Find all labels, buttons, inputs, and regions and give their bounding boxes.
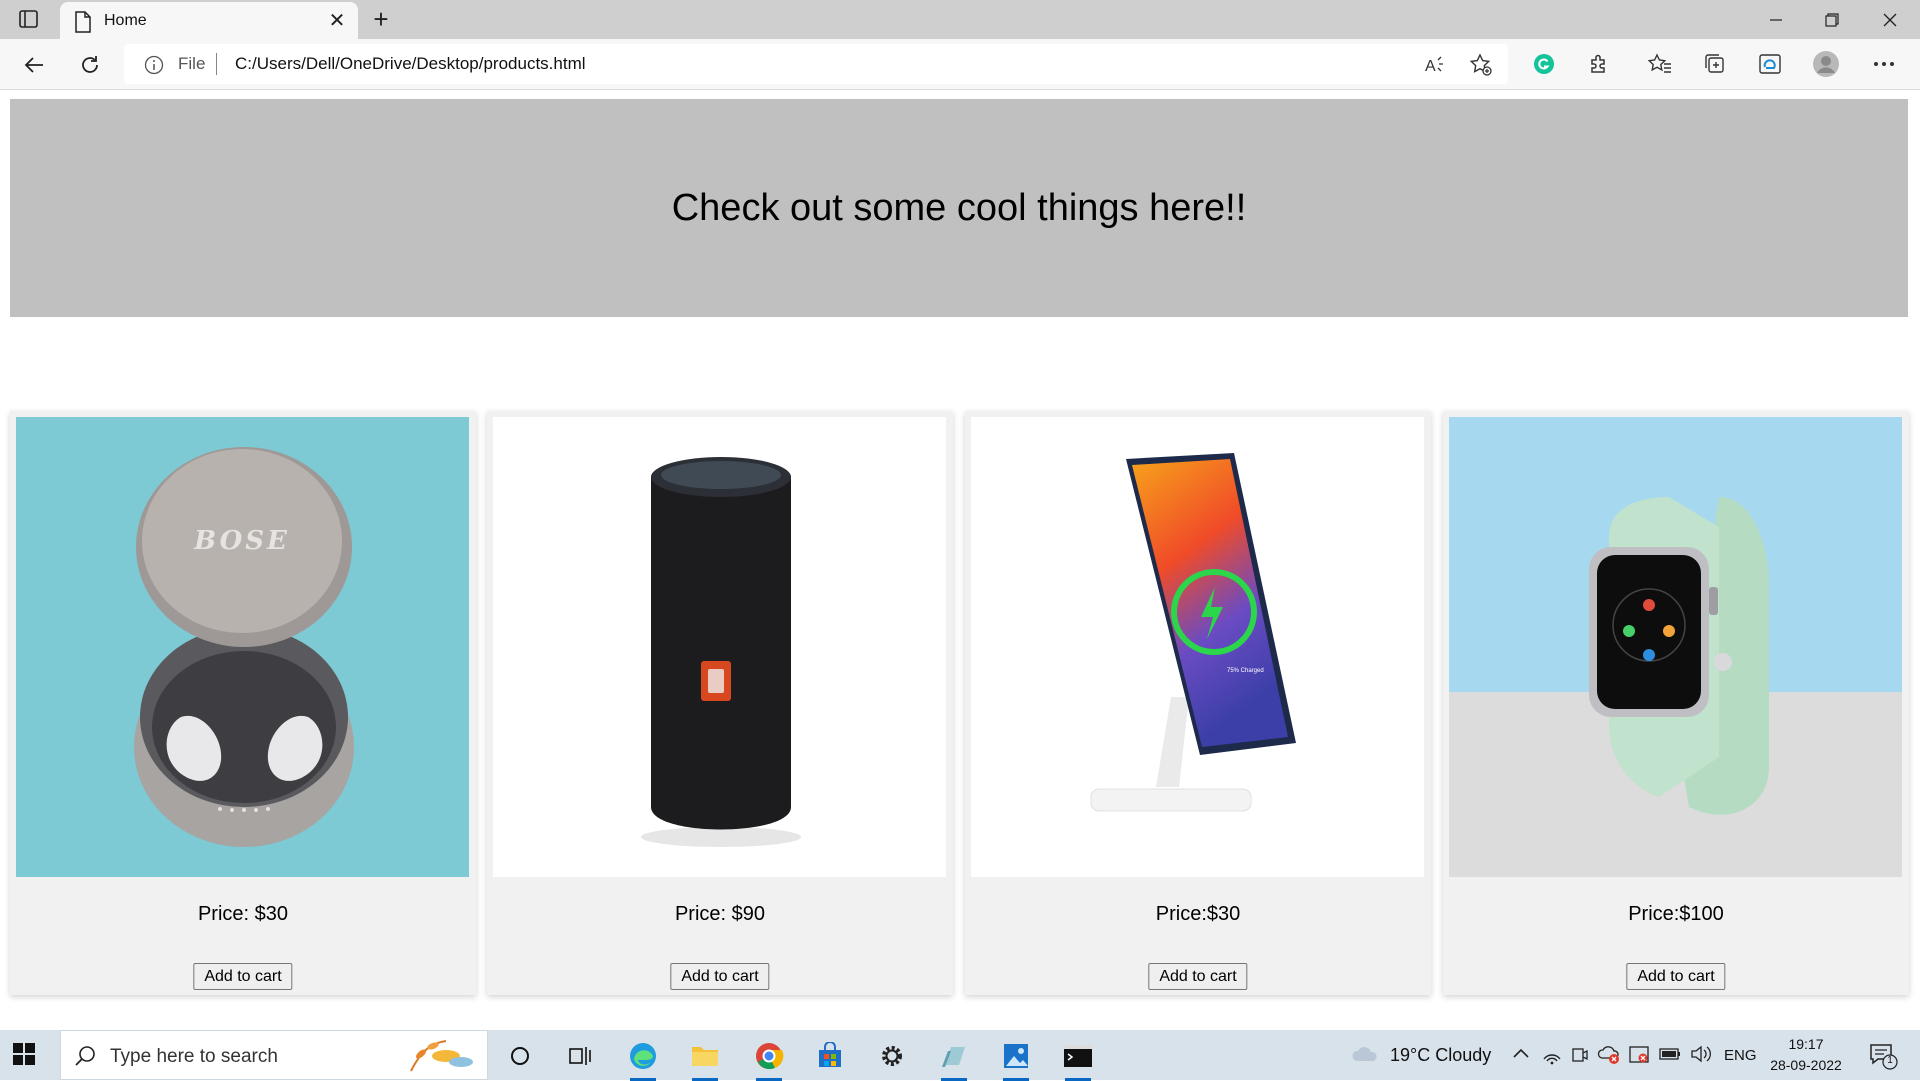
network-icon[interactable] <box>1542 1045 1562 1070</box>
svg-text:BOSE: BOSE <box>193 526 290 556</box>
price-label: Price:$100 <box>1628 903 1724 925</box>
terminal-icon[interactable] <box>1053 1037 1103 1081</box>
windows-start-icon[interactable] <box>12 1042 36 1071</box>
svg-text:75% Charged: 75% Charged <box>1227 668 1264 674</box>
cloudy-weather-icon <box>1350 1044 1380 1069</box>
read-aloud-icon[interactable]: A <box>1422 52 1448 78</box>
address-separator <box>216 53 217 75</box>
more-options-icon[interactable] <box>1868 48 1900 80</box>
search-placeholder: Type here to search <box>110 1046 278 1067</box>
address-bar[interactable]: File C:/Users/Dell/OneDrive/Desktop/prod… <box>124 44 1508 84</box>
collections-icon[interactable] <box>1699 48 1731 80</box>
profile-avatar-icon[interactable] <box>1810 48 1842 80</box>
url-text[interactable]: C:/Users/Dell/OneDrive/Desktop/products.… <box>235 54 586 74</box>
edge-bar-icon[interactable] <box>1754 48 1786 80</box>
price-label: Price:$30 <box>1155 903 1241 925</box>
tab-title: Home <box>104 12 147 29</box>
product-card: 75% Charged Price:$30 Add to cart <box>965 411 1431 995</box>
search-icon <box>75 1045 97 1072</box>
restore-icon[interactable] <box>1804 0 1860 39</box>
page-content: Check out some cool things here!! BOSE P… <box>0 91 1920 1029</box>
grammarly-icon[interactable] <box>1528 48 1560 80</box>
address-scheme-label: File <box>178 54 206 73</box>
refresh-icon[interactable] <box>74 49 106 81</box>
extensions-icon[interactable] <box>1583 48 1615 80</box>
system-clock[interactable]: 19:17 28-09-2022 <box>1768 1034 1844 1076</box>
onedrive-error-icon[interactable] <box>1597 1044 1621 1071</box>
notifications-icon[interactable]: 1 <box>1868 1042 1898 1075</box>
tab-home[interactable]: Home ✕ <box>60 2 358 40</box>
taskbar-search-box[interactable]: Type here to search <box>60 1030 488 1080</box>
file-explorer-icon[interactable] <box>680 1037 730 1081</box>
photos-app-icon[interactable] <box>991 1037 1041 1081</box>
add-to-cart-button[interactable]: Add to cart <box>193 963 293 990</box>
price-label: Price: $90 <box>674 903 766 925</box>
banner-heading: Check out some cool things here!! <box>671 186 1247 229</box>
chevron-up-icon[interactable] <box>1512 1046 1530 1065</box>
add-to-cart-button[interactable]: Add to cart <box>670 963 770 990</box>
volume-icon[interactable] <box>1690 1044 1712 1069</box>
clock-time: 19:17 <box>1788 1036 1824 1052</box>
tab-actions-icon[interactable] <box>18 8 44 32</box>
new-tab-icon[interactable]: + <box>368 6 394 33</box>
minimize-icon[interactable] <box>1748 0 1804 39</box>
add-to-cart-button[interactable]: Add to cart <box>1626 963 1726 990</box>
browser-toolbar: File C:/Users/Dell/OneDrive/Desktop/prod… <box>0 39 1920 90</box>
price-label: Price: $30 <box>197 903 289 925</box>
back-icon[interactable] <box>18 49 50 81</box>
close-tab-icon[interactable]: ✕ <box>326 10 348 32</box>
meet-icon[interactable] <box>1570 1045 1590 1070</box>
notes-app-icon[interactable] <box>929 1037 979 1081</box>
notification-count: 1 <box>1887 1055 1893 1066</box>
info-icon[interactable] <box>144 55 164 80</box>
product-card: Price:$100 Add to cart <box>1443 411 1909 995</box>
close-window-icon[interactable] <box>1862 0 1918 39</box>
cortana-icon[interactable] <box>495 1037 545 1075</box>
product-card: Price: $90 Add to cart <box>487 411 953 995</box>
chrome-icon[interactable] <box>744 1037 794 1081</box>
windows-taskbar: Type here to search 19°C Cloudy ENG 19:1… <box>0 1030 1920 1081</box>
earbuds-product-image: BOSE <box>16 417 469 877</box>
language-indicator[interactable]: ENG <box>1724 1047 1757 1064</box>
svg-text:A: A <box>1425 58 1436 75</box>
add-to-cart-button[interactable]: Add to cart <box>1148 963 1248 990</box>
microsoft-store-icon[interactable] <box>805 1037 855 1075</box>
favorites-icon[interactable] <box>1644 48 1676 80</box>
weather-text[interactable]: 19°C Cloudy <box>1390 1045 1491 1066</box>
speaker-product-image <box>493 417 946 877</box>
search-highlight-icon <box>401 1036 481 1081</box>
watch-product-image <box>1449 417 1902 877</box>
product-card: BOSE Price: $30 Add to cart <box>10 411 476 995</box>
battery-icon[interactable] <box>1658 1046 1682 1067</box>
task-view-icon[interactable] <box>555 1037 605 1075</box>
add-favorite-icon[interactable] <box>1468 52 1494 78</box>
hero-banner: Check out some cool things here!! <box>10 99 1908 317</box>
security-icon[interactable] <box>1628 1044 1650 1071</box>
edge-taskbar-icon[interactable] <box>618 1037 668 1081</box>
browser-titlebar: Home ✕ + <box>0 0 1920 40</box>
clock-date: 28-09-2022 <box>1770 1057 1842 1073</box>
settings-gear-icon[interactable] <box>867 1037 917 1075</box>
page-icon <box>74 11 92 38</box>
charger-product-image: 75% Charged <box>971 417 1424 877</box>
